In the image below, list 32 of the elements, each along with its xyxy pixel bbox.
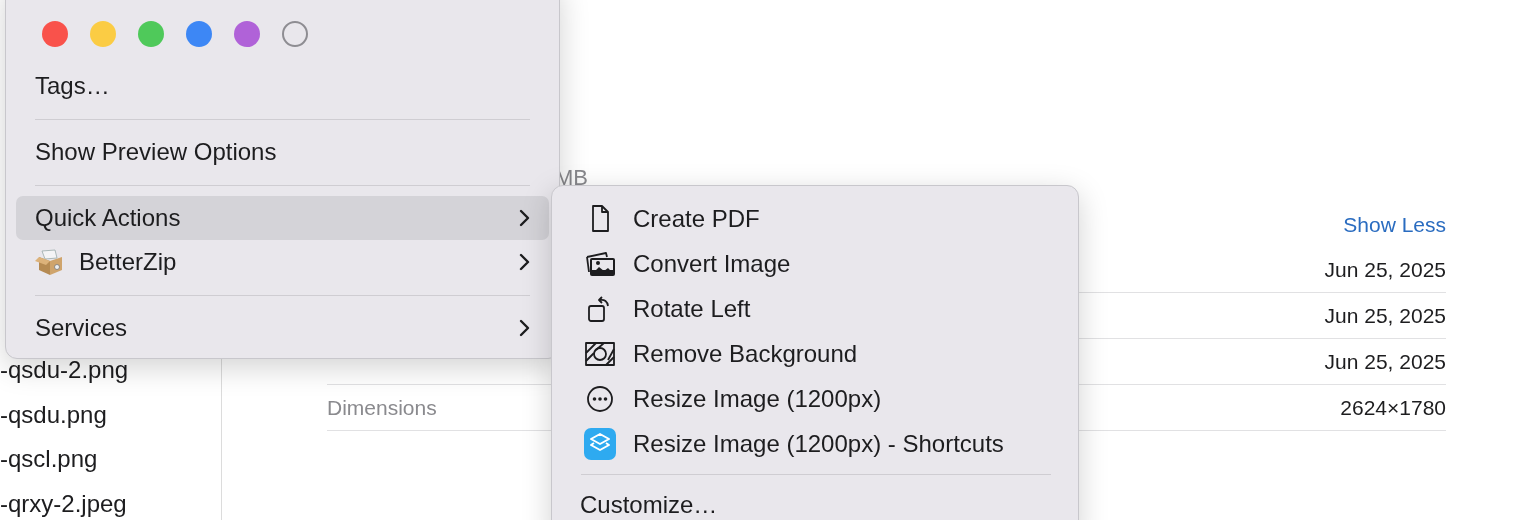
info-value: Jun 25, 2025 — [1324, 303, 1446, 328]
show-less-link[interactable]: Show Less — [1343, 212, 1446, 238]
menu-item[interactable]: Resize Image (1200px) — [562, 376, 1068, 421]
menu-item[interactable]: Create PDF — [562, 196, 1068, 241]
menu-item[interactable]: Show Preview Options — [16, 130, 549, 174]
menu-item[interactable]: Remove Background — [562, 331, 1068, 376]
menu-item[interactable]: Tags… — [16, 64, 549, 108]
chevron-right-icon — [519, 253, 531, 271]
tag-dot[interactable] — [90, 21, 116, 47]
file-name[interactable]: -qsdu.png — [0, 392, 221, 437]
tag-dot[interactable] — [186, 21, 212, 47]
tag-dot[interactable] — [234, 21, 260, 47]
info-value: Jun 25, 2025 — [1324, 257, 1446, 282]
chevron-right-icon — [519, 319, 531, 337]
tag-dot[interactable] — [42, 21, 68, 47]
tag-dot[interactable] — [282, 21, 308, 47]
menu-item[interactable]: Customize… — [562, 482, 1068, 520]
menu-item[interactable]: Resize Image (1200px) - Shortcuts — [562, 421, 1068, 466]
info-value: Jun 25, 2025 — [1324, 349, 1446, 374]
info-value: 2624×1780 — [1340, 395, 1446, 420]
menu-item[interactable]: Rotate Left — [562, 286, 1068, 331]
file-name[interactable]: -qrxy-2.jpeg — [0, 481, 221, 520]
shortcuts-icon — [584, 427, 616, 460]
info-label: Dimensions — [327, 395, 437, 420]
box-icon — [35, 248, 65, 276]
menu-item[interactable]: Convert Image — [562, 241, 1068, 286]
tag-dot[interactable] — [138, 21, 164, 47]
file-name[interactable]: -qscl.png — [0, 437, 221, 482]
menu-item[interactable]: BetterZip — [16, 240, 549, 284]
menu-item[interactable]: Services — [16, 306, 549, 350]
menu-item[interactable]: Quick Actions — [16, 196, 549, 240]
chevron-right-icon — [519, 209, 531, 227]
